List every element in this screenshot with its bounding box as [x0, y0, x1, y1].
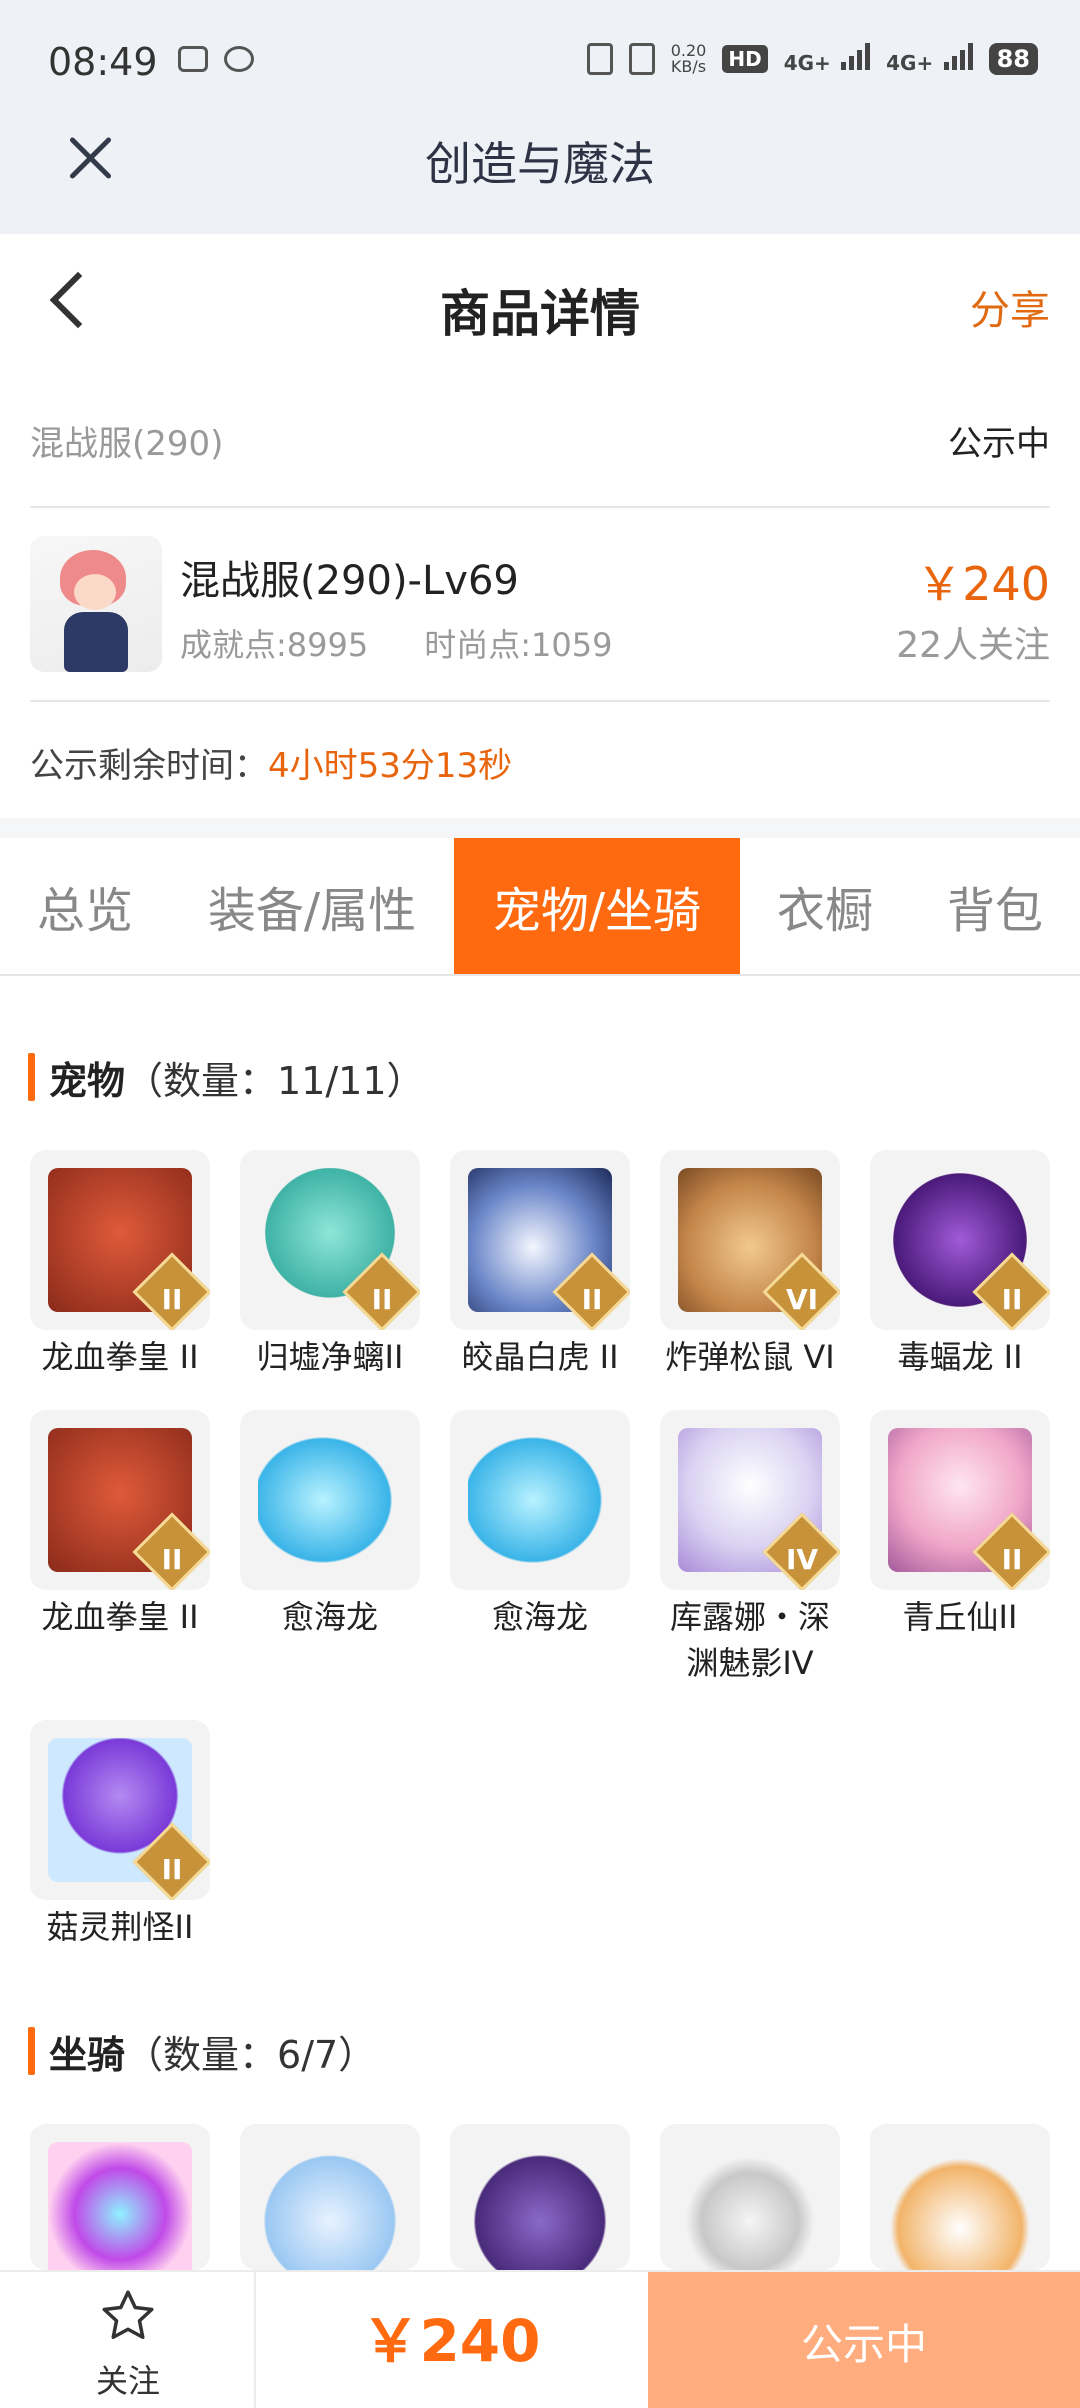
signal-2-icon: 4G+ — [886, 42, 973, 75]
character-avatar — [30, 536, 162, 672]
pet-item[interactable]: II 皎晶白虎 II — [450, 1150, 630, 1380]
status-button[interactable]: 公示中 — [648, 2272, 1080, 2408]
pet-item[interactable]: IV 库露娜・深渊魅影IV — [660, 1410, 840, 1686]
pets-section-heading: 宠物 （数量：11/11） — [28, 1052, 425, 1103]
pet-item[interactable]: VI 炸弹松鼠 VI — [660, 1150, 840, 1380]
mounts-label: 坐骑 — [49, 2032, 126, 2077]
server-name: 混战服(290) — [30, 424, 224, 464]
page-title: 商品详情 — [440, 285, 640, 343]
page-header: 商品详情 分享 — [0, 234, 1080, 374]
pet-name: 归墟净螭II — [256, 1338, 404, 1376]
pet-item[interactable]: II 龙血拳皇 II — [30, 1410, 210, 1640]
pet-item[interactable]: II 归墟净螭II — [240, 1150, 420, 1380]
pet-name: 库露娜・深渊魅影IV — [669, 1598, 830, 1682]
mounts-section-heading: 坐骑 （数量：6/7） — [28, 2026, 377, 2077]
vibrate-icon — [628, 42, 655, 75]
app-title: 创造与魔法 — [425, 137, 655, 191]
pet-name: 炸弹松鼠 VI — [665, 1338, 835, 1376]
notification-app-icon — [178, 46, 208, 72]
app-bar: 创造与魔法 — [0, 110, 1080, 234]
pets-count: （数量：11/11） — [125, 1058, 425, 1103]
section-gap — [0, 818, 1080, 838]
pet-item[interactable]: II 菇灵荆怪II — [30, 1720, 210, 1950]
follow-button[interactable]: 关注 — [0, 2272, 256, 2408]
hd-voice-icon: HD — [722, 44, 768, 73]
pet-name: 愈海龙 — [281, 1598, 378, 1636]
character-points: 成就点:8995 时尚点:1059 — [180, 620, 612, 666]
battery-icon: 88 — [988, 42, 1038, 75]
pets-label: 宠物 — [49, 1058, 126, 1103]
tab-wardrobe[interactable]: 衣橱 — [740, 838, 910, 974]
share-button[interactable]: 分享 — [970, 278, 1050, 336]
tab-pets-mounts[interactable]: 宠物/坐骑 — [454, 838, 740, 974]
signal-1-icon: 4G+ — [784, 42, 871, 75]
pet-item[interactable]: II 青丘仙II — [870, 1410, 1050, 1640]
pet-item[interactable]: 愈海龙 — [450, 1410, 630, 1640]
star-icon — [102, 2290, 154, 2339]
pet-item[interactable]: 愈海龙 — [240, 1410, 420, 1640]
tab-bar: 总览 装备/属性 宠物/坐骑 衣橱 背包 — [0, 838, 1080, 976]
achievement-points: 成就点:8995 — [180, 626, 369, 664]
tab-equipment[interactable]: 装备/属性 — [170, 838, 454, 974]
character-price: ￥240 — [916, 557, 1050, 611]
mount-item[interactable] — [660, 2124, 840, 2270]
server-row: 混战服(290) 公示中 — [30, 410, 1050, 470]
bottom-price: ￥240 — [361, 2307, 541, 2375]
remaining-time: 公示剩余时间：4小时53分13秒 — [30, 746, 513, 786]
mounts-count: （数量：6/7） — [125, 2032, 377, 2077]
status-left-icons — [178, 46, 254, 72]
bottom-action-bar: 关注 ￥240 公示中 — [0, 2270, 1080, 2408]
pet-name: 龙血拳皇 II — [41, 1598, 199, 1636]
pet-name: 皎晶白虎 II — [461, 1338, 619, 1376]
character-name: 混战服(290)-Lv69 — [180, 558, 519, 604]
pet-name: 愈海龙 — [491, 1598, 588, 1636]
mount-item[interactable] — [870, 2124, 1050, 2270]
pet-item[interactable]: II 龙血拳皇 II — [30, 1150, 210, 1380]
fashion-points: 时尚点:1059 — [424, 626, 613, 664]
mount-item[interactable] — [30, 2124, 210, 2270]
hotspot-icon — [224, 46, 254, 72]
pet-name: 青丘仙II — [902, 1598, 1018, 1636]
watchers-count: 22人关注 — [896, 625, 1050, 666]
status-bar: 08:49 0.20 KB/s HD 4G+ 4G+ 88 — [0, 0, 1080, 110]
pet-name: 菇灵荆怪II — [46, 1908, 194, 1946]
status-right: 0.20 KB/s HD 4G+ 4G+ 88 — [586, 40, 1038, 76]
bluetooth-icon — [586, 42, 613, 75]
mount-item[interactable] — [450, 2124, 630, 2270]
divider — [30, 700, 1050, 702]
pet-item[interactable]: II 毒蝠龙 II — [870, 1150, 1050, 1380]
net-speed: 0.20 KB/s — [670, 40, 707, 76]
mount-item[interactable] — [240, 2124, 420, 2270]
divider — [30, 506, 1050, 508]
tab-backpack[interactable]: 背包 — [910, 838, 1080, 974]
pet-name: 龙血拳皇 II — [41, 1338, 199, 1376]
top-zone: 08:49 0.20 KB/s HD 4G+ 4G+ 88 创造与魔法 — [0, 0, 1080, 234]
follow-label: 关注 — [95, 2362, 160, 2400]
remaining-time-value: 4小时53分13秒 — [268, 746, 513, 786]
status-time: 08:49 — [48, 40, 158, 84]
pet-name: 毒蝠龙 II — [897, 1338, 1023, 1376]
character-summary[interactable]: 混战服(290)-Lv69 成就点:8995 时尚点:1059 ￥240 22人关… — [30, 536, 1050, 672]
listing-status: 公示中 — [948, 424, 1050, 464]
tab-overview[interactable]: 总览 — [0, 838, 170, 974]
